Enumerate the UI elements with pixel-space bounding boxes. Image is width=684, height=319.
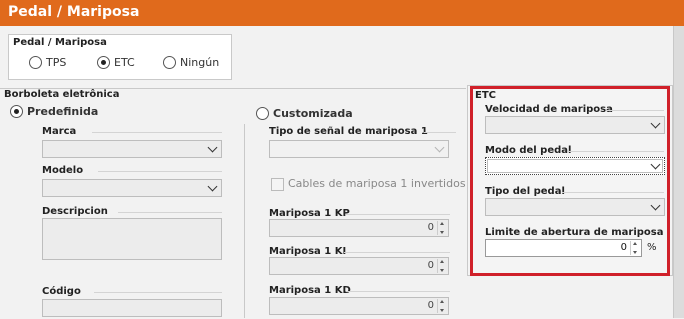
- radio-customizada-label: Customizada: [273, 106, 353, 120]
- radio-tps-label: TPS: [46, 55, 67, 69]
- title-bar: Pedal / Mariposa: [0, 0, 684, 26]
- tipo-senal-label: Tipo de señal de mariposa 1: [269, 126, 428, 137]
- radio-tps[interactable]: TPS: [29, 55, 66, 69]
- codigo-divider: [94, 292, 222, 293]
- chevron-down-icon: [650, 118, 661, 129]
- kp-value: 0: [427, 222, 434, 233]
- descripcion-label: Descripcion: [42, 206, 108, 217]
- ki-label: Mariposa 1 KI: [269, 246, 347, 257]
- radio-etc-circle[interactable]: [97, 55, 110, 69]
- window-title: Pedal / Mariposa: [8, 4, 140, 20]
- spinner-arrows-icon[interactable]: [437, 221, 447, 235]
- radio-predefinida-label: Predefinida: [27, 104, 99, 118]
- mode-group-label: Pedal / Mariposa: [13, 37, 107, 48]
- borboleta-panel: [0, 88, 466, 319]
- spinner-arrows-icon[interactable]: [437, 259, 447, 273]
- cables-invertidos-checkbox[interactable]: [271, 178, 284, 191]
- codigo-label: Código: [42, 286, 81, 297]
- radio-etc[interactable]: ETC: [97, 55, 135, 69]
- tipo-senal-select[interactable]: [269, 140, 449, 158]
- chevron-down-icon: [207, 181, 218, 192]
- scrollbar-track[interactable]: [673, 26, 684, 318]
- tipo-senal-divider: [424, 132, 456, 133]
- chevron-down-icon: [207, 142, 218, 153]
- kd-spinbox[interactable]: 0: [269, 297, 449, 315]
- borboleta-label: Borboleta eletrônica: [4, 89, 120, 100]
- radio-customizada[interactable]: Customizada: [256, 106, 353, 120]
- tipo-pedal-divider: [562, 192, 664, 193]
- kd-label: Mariposa 1 KD: [269, 285, 351, 296]
- spinner-arrows-icon[interactable]: [437, 299, 447, 313]
- kd-divider: [346, 291, 450, 292]
- radio-ningun-circle[interactable]: [163, 55, 176, 69]
- kp-spinbox[interactable]: 0: [269, 219, 449, 237]
- radio-ningun-label: Ningún: [180, 55, 220, 69]
- marca-divider: [92, 132, 222, 133]
- marca-select[interactable]: [42, 140, 222, 158]
- modo-pedal-label: Modo del pedal: [485, 145, 572, 156]
- modo-pedal-divider: [568, 151, 664, 152]
- tipo-pedal-select[interactable]: [485, 198, 665, 216]
- chevron-down-icon: [434, 142, 445, 153]
- modelo-select[interactable]: [42, 179, 222, 197]
- descripcion-textarea[interactable]: [42, 218, 222, 260]
- ki-spinbox[interactable]: 0: [269, 257, 449, 275]
- velocidad-label: Velocidad de mariposa: [485, 104, 613, 115]
- limite-unit: %: [647, 242, 657, 253]
- radio-etc-label: ETC: [114, 55, 135, 69]
- ki-value: 0: [427, 260, 434, 271]
- radio-ningun[interactable]: Ningún: [163, 55, 219, 69]
- modelo-label: Modelo: [42, 165, 84, 176]
- kp-label: Mariposa 1 KP: [269, 208, 350, 219]
- radio-predefinida[interactable]: Predefinida: [10, 104, 98, 118]
- spinner-arrows-icon[interactable]: [630, 241, 640, 255]
- etc-label: ETC: [475, 90, 496, 101]
- mode-group: Pedal / Mariposa TPS ETC Ningún: [8, 34, 232, 80]
- chevron-down-icon: [650, 159, 661, 170]
- velocidad-divider: [606, 110, 664, 111]
- limite-value: 0: [620, 242, 627, 253]
- marca-label: Marca: [42, 126, 77, 137]
- codigo-input[interactable]: [42, 299, 222, 317]
- column-divider: [244, 124, 245, 318]
- modelo-divider: [98, 171, 222, 172]
- cables-invertidos-label: Cables de mariposa 1 invertidos: [288, 177, 466, 190]
- limite-label: Limite de abertura de mariposa: [485, 227, 664, 238]
- tipo-pedal-label: Tipo del pedal: [485, 186, 565, 197]
- ki-divider: [344, 252, 450, 253]
- velocidad-select[interactable]: [485, 116, 665, 134]
- radio-tps-circle[interactable]: [29, 55, 42, 69]
- radio-customizada-circle[interactable]: [256, 106, 269, 120]
- descripcion-divider: [118, 212, 222, 213]
- kp-divider: [346, 214, 450, 215]
- modo-pedal-select[interactable]: [485, 157, 665, 175]
- chevron-down-icon: [650, 200, 661, 211]
- kd-value: 0: [427, 300, 434, 311]
- radio-predefinida-circle[interactable]: [10, 104, 23, 118]
- limite-spinbox[interactable]: 0: [485, 239, 642, 257]
